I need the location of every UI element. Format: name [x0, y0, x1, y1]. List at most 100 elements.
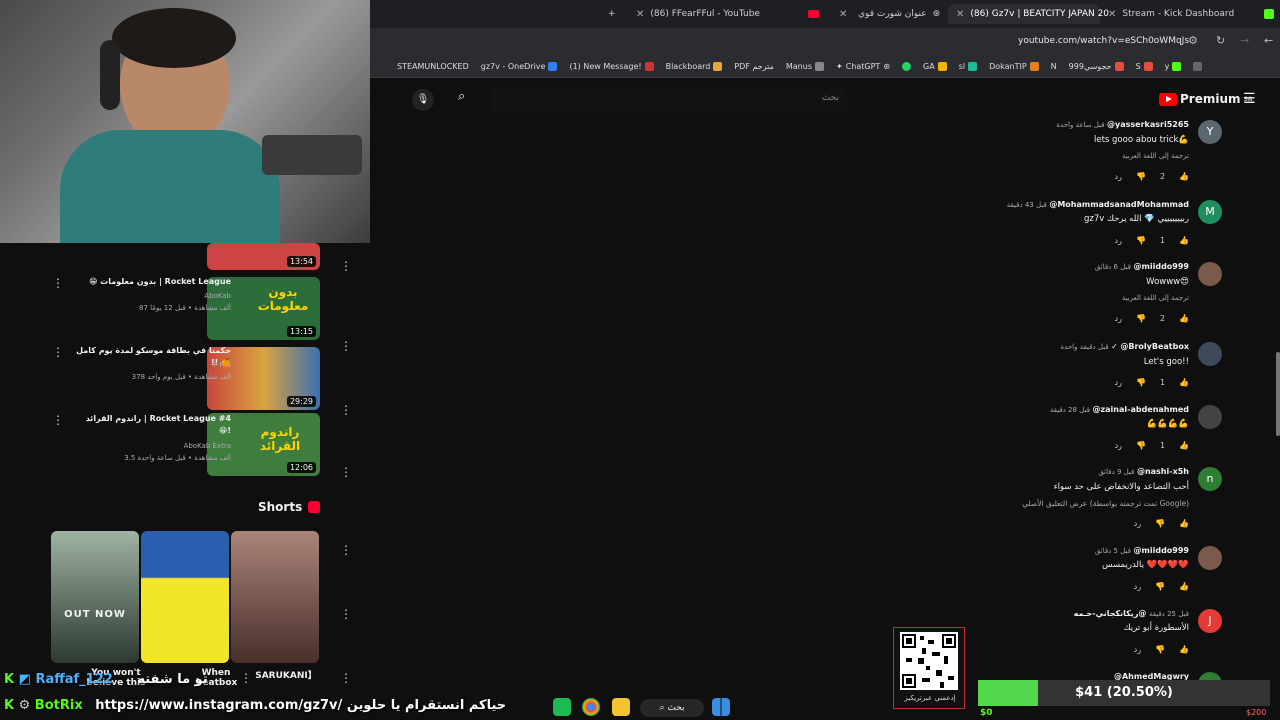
- comment-author[interactable]: @BrolyBeatbox: [1120, 342, 1189, 351]
- like-icon[interactable]: 👍: [1179, 236, 1189, 245]
- reply-button[interactable]: رد: [1115, 236, 1122, 245]
- page-scrollbar[interactable]: [1276, 352, 1280, 436]
- more-options-icon[interactable]: ⋮: [52, 413, 64, 427]
- dislike-icon[interactable]: 👎: [1136, 314, 1146, 323]
- like-icon[interactable]: 👍: [1179, 441, 1189, 450]
- bookmark-chatgpt[interactable]: ✦ ChatGPT ⊛: [836, 62, 890, 71]
- more-options-icon[interactable]: ⋮: [340, 607, 352, 621]
- avatar[interactable]: [1198, 546, 1222, 570]
- reply-button[interactable]: رد: [1115, 441, 1122, 450]
- more-options-icon[interactable]: ⋮: [340, 543, 352, 557]
- more-options-icon[interactable]: ⋮: [340, 671, 352, 685]
- reply-button[interactable]: رد: [1115, 314, 1122, 323]
- bookmark-new-message[interactable]: (1) New Message!: [569, 62, 654, 71]
- short-thumbnail[interactable]: OUT NOW: [51, 531, 139, 663]
- avatar[interactable]: [1198, 405, 1222, 429]
- bookmark-n[interactable]: N: [1051, 62, 1057, 71]
- comment-author[interactable]: @ريكانكجاني-حـمه: [1074, 609, 1147, 618]
- more-options-icon[interactable]: ⋮: [240, 671, 252, 685]
- more-options-icon[interactable]: ⋮: [340, 403, 352, 417]
- like-icon[interactable]: 👍: [1179, 172, 1189, 181]
- video-title[interactable]: راندوم القرائد | Rocket League #4 😁!: [71, 413, 231, 437]
- site-settings-icon[interactable]: ⚙: [1188, 34, 1198, 47]
- search-icon[interactable]: ⌕: [458, 89, 465, 104]
- like-icon[interactable]: 👍: [1179, 519, 1189, 528]
- youtube-logo[interactable]: Premium SA: [1159, 92, 1252, 106]
- bookmark-pdf-translator[interactable]: PDF مترجم: [734, 62, 774, 71]
- address-bar[interactable]: youtube.com/watch?v=eSCh0oWMqJs ⚙ ↻ → ←: [370, 28, 1280, 56]
- video-title[interactable]: 😁 بدون معلومات | Rocket League: [71, 276, 231, 288]
- new-tab-button[interactable]: +: [600, 4, 624, 24]
- more-options-icon[interactable]: ⋮: [52, 345, 64, 359]
- bookmark-dokantip[interactable]: DokanTIP: [989, 62, 1039, 71]
- close-icon[interactable]: ✕: [636, 9, 644, 20]
- avatar[interactable]: Y: [1198, 120, 1222, 144]
- dislike-icon[interactable]: 👎: [1136, 378, 1146, 387]
- forward-icon[interactable]: →: [1240, 34, 1249, 47]
- reply-button[interactable]: رد: [1115, 378, 1122, 387]
- video-channel[interactable]: F R S: [71, 361, 231, 369]
- comment-author[interactable]: @miiddo999: [1134, 546, 1189, 555]
- dislike-icon[interactable]: 👎: [1155, 645, 1165, 654]
- translate-link[interactable]: ترجمة إلى اللغة العربية: [1122, 294, 1189, 302]
- bookmark-s[interactable]: S: [1136, 62, 1153, 71]
- reload-icon[interactable]: ↻: [1216, 34, 1225, 47]
- like-icon[interactable]: 👍: [1179, 582, 1189, 591]
- bookmarks-overflow[interactable]: [1193, 62, 1203, 71]
- url-text[interactable]: youtube.com/watch?v=eSCh0oWMqJs: [1018, 36, 1189, 46]
- bookmark-999[interactable]: حجوسي999: [1069, 62, 1124, 71]
- bookmark-onedrive[interactable]: gz7v - OneDrive: [481, 62, 558, 71]
- avatar[interactable]: [1198, 342, 1222, 366]
- comment-author[interactable]: @miiddo999: [1134, 262, 1189, 271]
- folder-icon[interactable]: [612, 698, 630, 716]
- bookmark-sl[interactable]: sl: [959, 62, 978, 71]
- like-icon[interactable]: 👍: [1179, 378, 1189, 387]
- tab-chatgpt[interactable]: عنوان شورت قوي ⊛: [850, 4, 948, 24]
- avatar[interactable]: [1198, 262, 1222, 286]
- comment-author[interactable]: @nashi-x5h: [1137, 467, 1189, 476]
- bookmark-manus[interactable]: Manus: [786, 62, 824, 71]
- dislike-icon[interactable]: 👎: [1155, 582, 1165, 591]
- dislike-icon[interactable]: 👎: [1136, 441, 1146, 450]
- back-icon[interactable]: ←: [1264, 34, 1273, 47]
- close-icon[interactable]: ✕: [1108, 9, 1116, 20]
- dislike-icon[interactable]: 👎: [1136, 172, 1146, 181]
- reply-button[interactable]: رد: [1115, 172, 1122, 181]
- avatar[interactable]: n: [1198, 467, 1222, 491]
- avatar[interactable]: J: [1198, 609, 1222, 633]
- microphone-icon[interactable]: 🎙: [412, 89, 434, 111]
- close-icon[interactable]: ✕: [956, 9, 964, 20]
- video-thumbnail[interactable]: 13:54: [207, 243, 320, 270]
- more-options-icon[interactable]: ⋮: [340, 259, 352, 273]
- search-input[interactable]: بحث: [491, 87, 849, 113]
- more-options-icon[interactable]: ⋮: [52, 276, 64, 290]
- short-thumbnail[interactable]: [141, 531, 229, 663]
- hamburger-menu-icon[interactable]: ☰: [1243, 91, 1256, 107]
- more-options-icon[interactable]: ⋮: [340, 339, 352, 353]
- chrome-icon[interactable]: [582, 698, 600, 716]
- tab-kick-dashboard[interactable]: ✕ Stream - Kick Dashboard: [1100, 4, 1280, 24]
- taskbar-search[interactable]: ⌕ بحث: [640, 699, 704, 717]
- video-channel[interactable]: AboKab: [71, 292, 231, 300]
- comment-author[interactable]: @zainal-abdenahmed: [1092, 405, 1189, 414]
- tab-gz7v-active[interactable]: ✕ (86) Gz7v | BEATCITY JAPAN 20: [948, 4, 1109, 24]
- windows-start-icon[interactable]: [712, 698, 730, 716]
- tab-ffearfful[interactable]: ✕ (86) FFearFFul - YouTube ✕: [628, 4, 855, 24]
- short-title[interactable]: SARUKANI】: [252, 668, 320, 681]
- like-icon[interactable]: 👍: [1179, 645, 1189, 654]
- more-options-icon[interactable]: ⋮: [340, 465, 352, 479]
- comment-author[interactable]: @yasserkasri5265: [1107, 120, 1189, 129]
- short-thumbnail[interactable]: [231, 531, 319, 663]
- translate-link[interactable]: ترجمة إلى اللغة العربية: [1122, 152, 1189, 160]
- bookmark-ga[interactable]: GA: [923, 62, 947, 71]
- video-channel[interactable]: AboKab Extra: [71, 442, 231, 450]
- close-icon[interactable]: ✕: [839, 9, 847, 20]
- reply-button[interactable]: رد: [1134, 582, 1141, 591]
- comment-author[interactable]: @MohammadsanadMohammad: [1049, 200, 1189, 209]
- dislike-icon[interactable]: 👎: [1155, 519, 1165, 528]
- show-original-link[interactable]: عرض التعليق الأصلي (تمت ترجمته بواسطة Go…: [1022, 499, 1189, 508]
- dislike-icon[interactable]: 👎: [1136, 236, 1146, 245]
- bookmark-whatsapp[interactable]: [902, 62, 912, 71]
- bookmark-steamunlocked[interactable]: STEAMUNLOCKED: [397, 62, 469, 71]
- like-icon[interactable]: 👍: [1179, 314, 1189, 323]
